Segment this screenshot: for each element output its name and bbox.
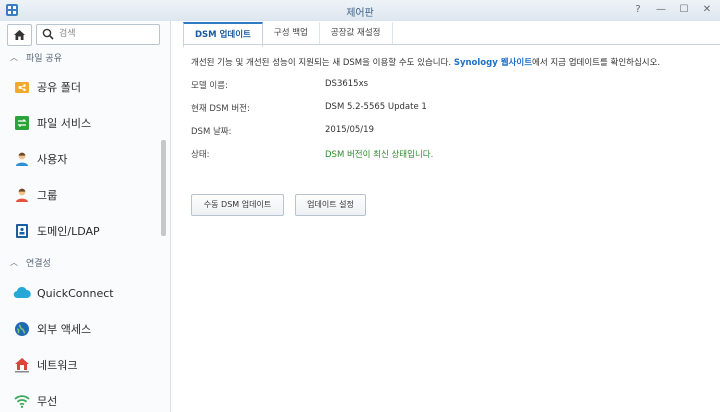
wireless-icon (13, 392, 31, 410)
minimize-button[interactable]: — (654, 4, 668, 16)
dsm-date-value: 2015/05/19 (325, 125, 374, 135)
window-title: 제어판 (346, 8, 374, 19)
sidebar-item-domain-ldap[interactable]: 도메인/LDAP (0, 213, 160, 249)
field-label: 현재 DSM 버전: (191, 104, 250, 114)
control-panel-window: 제어판 ? — ☐ ✕ ︿ 파일 공유 (0, 0, 720, 412)
sidebar-item-label: 사용자 (37, 153, 68, 166)
shared-folder-icon (13, 78, 31, 96)
main-panel: DSM 업데이트 구성 백업 공장값 재설정 개선된 기능 및 개선된 성능이 … (171, 21, 720, 412)
sidebar-item-label: 외부 액세스 (37, 323, 92, 336)
search-box (36, 24, 160, 45)
quickconnect-icon (13, 284, 31, 302)
network-icon (13, 356, 31, 374)
sidebar-item-label: QuickConnect (37, 286, 114, 300)
field-label: DSM 날짜: (191, 127, 232, 137)
close-button[interactable]: ✕ (700, 4, 714, 16)
chevron-up-icon: ︿ (10, 257, 18, 267)
tab-config-backup[interactable]: 구성 백업 (263, 22, 320, 44)
section-label: 파일 공유 (26, 53, 62, 64)
external-access-icon (13, 320, 31, 338)
title-bar: 제어판 ? — ☐ ✕ (0, 0, 720, 22)
sidebar-item-external-access[interactable]: 외부 액세스 (0, 311, 160, 347)
section-file-sharing[interactable]: ︿ 파일 공유 (0, 48, 160, 66)
sidebar: ︿ 파일 공유 공유 폴더 파일 서비스 사용자 (0, 21, 171, 412)
domain-ldap-icon (13, 222, 31, 240)
group-icon (13, 186, 31, 204)
sidebar-scrollbar[interactable] (161, 140, 166, 236)
chevron-up-icon: ︿ (10, 52, 18, 62)
sidebar-item-shared-folder[interactable]: 공유 폴더 (0, 69, 160, 105)
sidebar-item-label: 도메인/LDAP (37, 225, 100, 238)
tab-reset[interactable]: 공장값 재설정 (320, 22, 393, 44)
sidebar-item-label: 파일 서비스 (37, 117, 92, 130)
field-label: 상태: (191, 150, 210, 160)
field-label: 모델 이름: (191, 81, 228, 91)
update-description: 개선된 기능 및 개선된 성능이 지원되는 새 DSM을 이용할 수도 있습니다… (191, 56, 660, 68)
sidebar-item-user[interactable]: 사용자 (0, 141, 160, 177)
section-label: 연결성 (26, 258, 51, 269)
status-value: DSM 버전이 최신 상태입니다. (325, 150, 434, 160)
update-settings-button[interactable]: 업데이트 설정 (295, 194, 366, 216)
user-icon (13, 150, 31, 168)
maximize-button[interactable]: ☐ (677, 4, 691, 16)
sidebar-item-file-services[interactable]: 파일 서비스 (0, 105, 160, 141)
description-text: 개선된 기능 및 개선된 성능이 지원되는 새 DSM을 이용할 수도 있습니다… (191, 58, 454, 68)
sidebar-item-label: 무선 (37, 395, 58, 408)
home-button[interactable] (7, 24, 32, 46)
help-button[interactable]: ? (631, 4, 645, 16)
sidebar-item-label: 네트워크 (37, 359, 78, 372)
manual-dsm-update-button[interactable]: 수동 DSM 업데이트 (191, 194, 284, 216)
search-icon (42, 28, 54, 40)
section-connectivity[interactable]: ︿ 연결성 (0, 253, 160, 271)
tab-divider (183, 44, 720, 45)
sidebar-item-group[interactable]: 그룹 (0, 177, 160, 213)
sidebar-item-network[interactable]: 네트워크 (0, 347, 160, 383)
dsm-version-value: DSM 5.2-5565 Update 1 (325, 102, 427, 112)
sidebar-item-label: 공유 폴더 (37, 81, 81, 94)
file-services-icon (13, 114, 31, 132)
description-text: 에서 지금 업데이트를 확인하십시오. (532, 58, 661, 68)
tab-bar: DSM 업데이트 구성 백업 공장값 재설정 (183, 21, 393, 48)
sidebar-item-label: 그룹 (37, 189, 58, 202)
sidebar-item-wireless[interactable]: 무선 (0, 383, 160, 412)
search-input[interactable] (59, 26, 153, 41)
home-icon (14, 30, 25, 40)
sidebar-item-quickconnect[interactable]: QuickConnect (0, 275, 160, 311)
model-name-value: DS3615xs (325, 79, 369, 89)
synology-website-link[interactable]: Synology 웹사이트 (454, 58, 532, 68)
